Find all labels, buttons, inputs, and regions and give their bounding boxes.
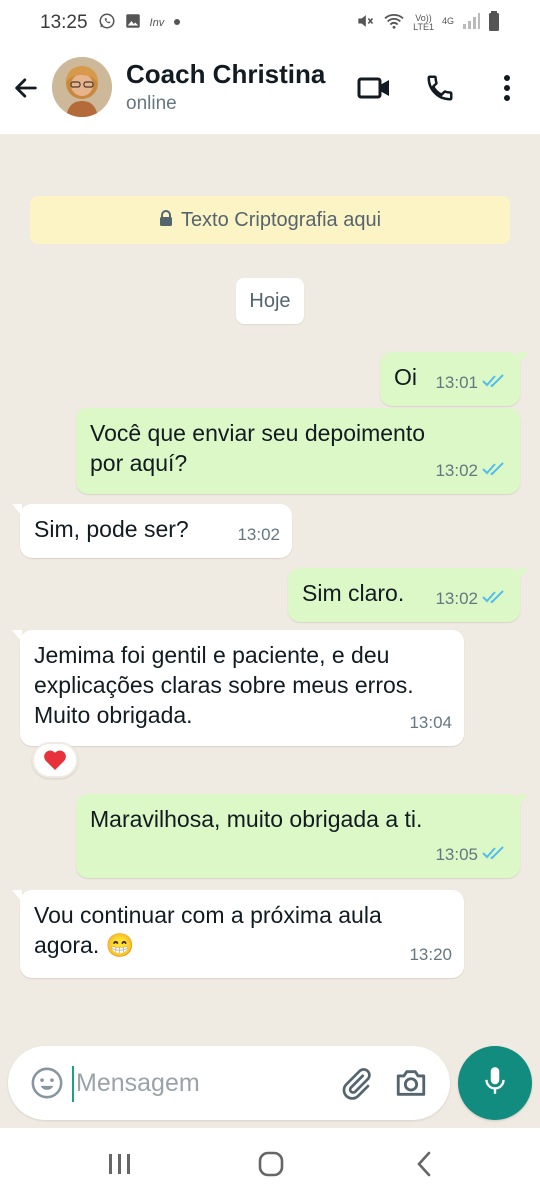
message-text: Você que enviar seu depoimento por aquí? <box>90 420 426 476</box>
message-time: 13:02 <box>435 589 478 608</box>
chat-area[interactable]: Texto Criptografia aqui Hoje Oi 13:01 Vo… <box>0 134 540 1128</box>
read-ticks-icon <box>482 840 508 870</box>
message-input-bar <box>8 1046 450 1120</box>
message-meta: 13:02 <box>237 520 280 550</box>
bubble-tail <box>12 504 22 516</box>
mic-button[interactable] <box>458 1046 532 1120</box>
message-bubble-incoming[interactable]: Vou continuar com a próxima aula agora. … <box>12 890 464 978</box>
mute-icon <box>355 11 375 36</box>
message-bubble-outgoing[interactable]: Oi 13:01 <box>380 352 528 406</box>
more-vert-icon[interactable] <box>489 70 525 106</box>
message-bubble-outgoing[interactable]: Você que enviar seu depoimento por aquí?… <box>76 408 520 494</box>
bubble-tail <box>518 794 528 806</box>
message-meta: 13:04 <box>409 708 452 738</box>
read-ticks-icon <box>482 368 508 398</box>
message-meta: 13:01 <box>435 368 508 398</box>
message-bubble-incoming[interactable]: Jemima foi gentil e paciente, e deu expl… <box>12 630 464 746</box>
message-text: Oi <box>394 364 417 390</box>
whatsapp-icon <box>98 12 116 35</box>
text-caret <box>72 1066 74 1102</box>
message-meta: 13:05 <box>435 840 508 870</box>
heart-reaction-icon[interactable] <box>32 742 78 778</box>
notification-icons: Inv <box>98 12 183 35</box>
bubble-tail <box>12 890 22 902</box>
chat-header: Coach Christina online <box>0 46 540 134</box>
message-time: 13:02 <box>237 525 280 544</box>
phone-icon[interactable] <box>422 70 458 106</box>
grinning-emoji: 😁 <box>105 932 135 958</box>
bubble-tail <box>518 352 528 364</box>
date-chip: Hoje <box>236 278 304 324</box>
message-meta: 13:02 <box>435 456 508 486</box>
bubble-tail <box>518 568 528 580</box>
status-time: 13:25 <box>40 12 88 33</box>
message-meta: 13:20 <box>409 940 452 970</box>
contact-name[interactable]: Coach Christina <box>126 59 325 90</box>
system-status-icons: Vo)) LTE1 4G <box>355 10 500 36</box>
recent-apps-icon[interactable] <box>100 1148 140 1180</box>
message-text: Sim claro. <box>302 580 405 606</box>
read-ticks-icon <box>482 456 508 486</box>
read-ticks-icon <box>482 584 508 614</box>
message-time: 13:01 <box>435 373 478 392</box>
message-time: 13:02 <box>435 461 478 480</box>
message-text: Maravilhosa, muito obrigada a ti. <box>90 806 423 832</box>
attach-icon[interactable] <box>338 1066 374 1102</box>
dot-icon <box>172 14 182 32</box>
avatar[interactable] <box>52 57 112 117</box>
gallery-icon <box>124 12 142 35</box>
contact-status: online <box>126 93 177 114</box>
carrier-app-label: Inv <box>149 16 165 29</box>
volte-bottom-label: LTE1 <box>413 22 434 32</box>
emoji-icon[interactable] <box>30 1066 64 1100</box>
message-text: Vou continuar com a próxima aula agora. <box>34 902 382 958</box>
message-bubble-outgoing[interactable]: Maravilhosa, muito obrigada a ti. 13:05 <box>76 794 528 878</box>
message-text: Sim, pode ser? <box>34 516 189 542</box>
encryption-banner-text: Texto Criptografia aqui <box>180 208 382 231</box>
camera-icon[interactable] <box>394 1066 430 1102</box>
signal-icon <box>462 12 480 34</box>
message-bubble-incoming[interactable]: Sim, pode ser? 13:02 <box>12 504 292 558</box>
message-time: 13:20 <box>409 945 452 964</box>
encryption-banner[interactable]: Texto Criptografia aqui <box>30 196 510 244</box>
volte-indicator: Vo)) LTE1 <box>413 14 434 32</box>
battery-icon <box>488 10 500 36</box>
network-type: 4G <box>441 15 454 26</box>
message-input[interactable] <box>76 1062 326 1104</box>
back-arrow-icon[interactable] <box>10 72 42 104</box>
status-bar: 13:25 Inv Vo)) LTE1 4G <box>0 0 540 46</box>
message-bubble-outgoing[interactable]: Sim claro. 13:02 <box>288 568 528 622</box>
home-icon[interactable] <box>251 1148 291 1180</box>
message-text: Jemima foi gentil e paciente, e deu expl… <box>34 642 414 728</box>
lock-icon <box>159 209 173 232</box>
message-time: 13:04 <box>409 713 452 732</box>
message-meta: 13:02 <box>435 584 508 614</box>
message-time: 13:05 <box>435 845 478 864</box>
wifi-icon <box>383 12 405 35</box>
back-icon[interactable] <box>404 1148 444 1180</box>
mic-icon <box>482 1065 508 1102</box>
video-call-icon[interactable] <box>356 70 392 106</box>
system-nav-bar <box>0 1128 540 1200</box>
bubble-tail <box>12 630 22 642</box>
